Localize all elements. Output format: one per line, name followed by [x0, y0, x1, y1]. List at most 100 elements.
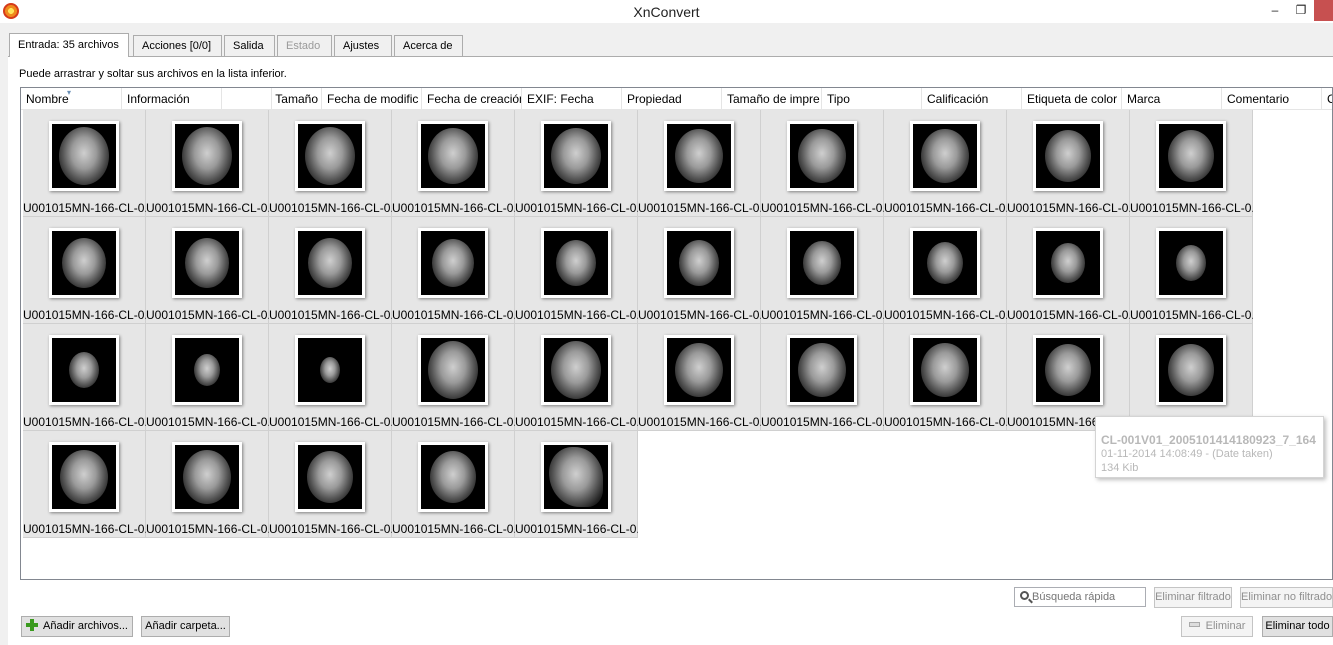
column-header[interactable]: Tipo [822, 88, 922, 110]
file-thumbnail-item[interactable]: U001015MN-166-CL-0. [761, 110, 884, 217]
scan-image [1051, 243, 1085, 283]
scan-image [432, 239, 474, 287]
column-header[interactable]: Información [122, 88, 222, 110]
tab-actions[interactable]: Acciones [0/0] [133, 35, 222, 56]
file-thumbnail-item[interactable]: U001015MN-166-CL-0. [146, 324, 269, 431]
column-header[interactable]: Fecha de creación [422, 88, 522, 110]
tooltip-filename: CL-001V01_20051014141809​23_7_164 [1101, 433, 1316, 447]
tab-input[interactable]: Entrada: 35 archivos [9, 33, 129, 57]
column-header[interactable]: Propiedad [622, 88, 722, 110]
column-header[interactable] [222, 88, 272, 110]
column-header[interactable]: C [1322, 88, 1332, 110]
file-name-label: U001015MN-166-CL-0. [1007, 308, 1130, 322]
file-thumbnail-item[interactable]: U001015MN-166-CL-0. [269, 431, 392, 538]
file-list[interactable]: Nombre ▾ Información Tamaño Fecha de modific… [20, 87, 1333, 580]
file-thumbnail-item[interactable]: U001015MN-166-CL-0. [884, 217, 1007, 324]
close-button[interactable] [1314, 0, 1333, 21]
scan-image [675, 343, 723, 397]
file-thumbnail-item[interactable]: U001015MN-166-CL-0. [392, 110, 515, 217]
tab-about[interactable]: Acerca de [394, 35, 463, 56]
column-header[interactable]: Calificación [922, 88, 1022, 110]
mri-scan-thumbnail [418, 335, 488, 405]
tab-status: Estado [277, 35, 332, 56]
scan-image [69, 352, 99, 388]
file-name-label: U001015MN-166-CL-0. [884, 201, 1007, 215]
file-thumbnail-item[interactable]: U001015MN-166-CL-0. [269, 217, 392, 324]
file-thumbnail-item[interactable]: U001015MN-166-CL-0. [884, 110, 1007, 217]
file-thumbnail-item[interactable]: U001015MN-166-CL-0. [146, 110, 269, 217]
minimize-button[interactable]: ‒ [1262, 0, 1288, 21]
search-icon [1020, 591, 1029, 600]
column-header[interactable]: EXIF: Fecha [522, 88, 622, 110]
file-thumbnail-item[interactable]: U001015MN-166-CL-0. [23, 110, 146, 217]
scan-image [551, 128, 601, 184]
remove-label: Eliminar [1205, 620, 1246, 632]
column-header[interactable]: Fecha de modific [322, 88, 422, 110]
file-thumbnail-item[interactable]: U001015MN-166-CL-0. [1007, 110, 1130, 217]
scan-image [59, 127, 109, 185]
file-thumbnail-item[interactable]: U001015MN-166-CL-0. [638, 110, 761, 217]
file-name-label: U001015MN-166-CL-0. [23, 415, 146, 429]
file-thumbnail-item[interactable]: U001015MN-166-CL-0. [1007, 217, 1130, 324]
file-thumbnail-item[interactable]: U001015MN-166-CL-0. [638, 217, 761, 324]
tab-output[interactable]: Salida [224, 35, 275, 56]
file-thumbnail-item[interactable]: U001015MN-166-CL-0. [269, 324, 392, 431]
file-thumbnail-item[interactable]: U001015MN-166-CL-0. [1130, 110, 1253, 217]
maximize-button[interactable]: ❐ [1288, 0, 1314, 21]
file-thumbnail-item[interactable]: U001015MN-166-CL-0. [884, 324, 1007, 431]
add-files-button[interactable]: Añadir archivos... [21, 616, 133, 637]
file-thumbnail-item[interactable]: U001015MN-166-CL-0. [392, 431, 515, 538]
file-thumbnail-item[interactable]: U001015MN-166-CL-0. [761, 324, 884, 431]
file-thumbnail-item[interactable]: U001015MN-166-CL-0. [1130, 217, 1253, 324]
file-thumbnail-item[interactable]: U001015MN-166-CL-0. [515, 431, 638, 538]
quick-search-input[interactable] [1032, 589, 1142, 605]
column-header[interactable]: Tamaño [272, 88, 322, 110]
add-folder-button[interactable]: Añadir carpeta... [141, 616, 230, 637]
mri-scan-thumbnail [418, 442, 488, 512]
file-thumbnail-item[interactable]: U001015MN-166-CL-0. [392, 324, 515, 431]
column-header[interactable]: Comentario [1222, 88, 1322, 110]
file-name-label: U001015MN-166-CL-0. [515, 415, 638, 429]
file-name-label: U001015MN-166-CL-0. [884, 308, 1007, 322]
file-thumbnail-item[interactable]: U001015MN-166-CL-0. [515, 324, 638, 431]
remove-unfiltered-button[interactable]: Eliminar no filtrado [1240, 587, 1333, 608]
mri-scan-thumbnail [910, 228, 980, 298]
mri-scan-thumbnail [541, 335, 611, 405]
mri-scan-thumbnail [787, 335, 857, 405]
file-name-label: U001015MN-166-CL-0. [392, 415, 515, 429]
file-name-label: U001015MN-166-CL-0. [23, 308, 146, 322]
file-thumbnail-item[interactable]: U001015MN-166-CL-0. [638, 324, 761, 431]
column-header[interactable]: Nombre ▾ [21, 88, 122, 110]
file-thumbnail-item[interactable]: U001015MN-166-CL-0. [515, 217, 638, 324]
file-thumbnail-item[interactable]: U001015MN-166-CL-0. [269, 110, 392, 217]
mri-scan-thumbnail [787, 228, 857, 298]
column-header[interactable]: Marca [1122, 88, 1222, 110]
file-thumbnail-item[interactable]: U001015MN-166-CL-0. [146, 431, 269, 538]
mri-scan-thumbnail [1156, 228, 1226, 298]
file-thumbnail-item[interactable]: U001015MN-166-CL-0. [515, 110, 638, 217]
scan-image [428, 128, 478, 184]
file-thumbnail-item[interactable]: U001015MN-166-CL-0. [146, 217, 269, 324]
mri-scan-thumbnail [172, 442, 242, 512]
tooltip-date: 01-11-2014 14:08:49 - (Date taken) [1101, 448, 1273, 460]
quick-search-box[interactable] [1014, 587, 1146, 607]
column-header[interactable]: Tamaño de impre [722, 88, 822, 110]
file-thumbnail-item[interactable]: U001015MN-166-CL-0. [23, 217, 146, 324]
remove-button[interactable]: Eliminar [1181, 616, 1253, 637]
file-thumbnail-item[interactable]: U001015MN-166-CL-0. [23, 324, 146, 431]
tab-settings[interactable]: Ajustes [334, 35, 392, 56]
scan-image [798, 343, 846, 397]
file-thumbnail-item[interactable]: U001015MN-166-CL-0. [761, 217, 884, 324]
file-thumbnail-item[interactable]: U001015MN-166-CL-0. [392, 217, 515, 324]
scan-image [549, 447, 603, 507]
remove-all-button[interactable]: Eliminar todo [1262, 616, 1333, 637]
scan-image [1168, 130, 1214, 182]
file-thumbnail-item[interactable]: U001015MN-166-CL-0. [1130, 324, 1253, 431]
file-thumbnail-item[interactable]: U001015MN-166-CL-0. [1007, 324, 1130, 431]
mri-scan-thumbnail [541, 228, 611, 298]
file-thumbnail-item[interactable]: U001015MN-166-CL-0. [23, 431, 146, 538]
file-name-label: U001015MN-166-CL-0. [392, 201, 515, 215]
column-header[interactable]: Etiqueta de color [1022, 88, 1122, 110]
scan-image [320, 357, 340, 383]
remove-filtered-button[interactable]: Eliminar filtrado [1154, 587, 1232, 608]
